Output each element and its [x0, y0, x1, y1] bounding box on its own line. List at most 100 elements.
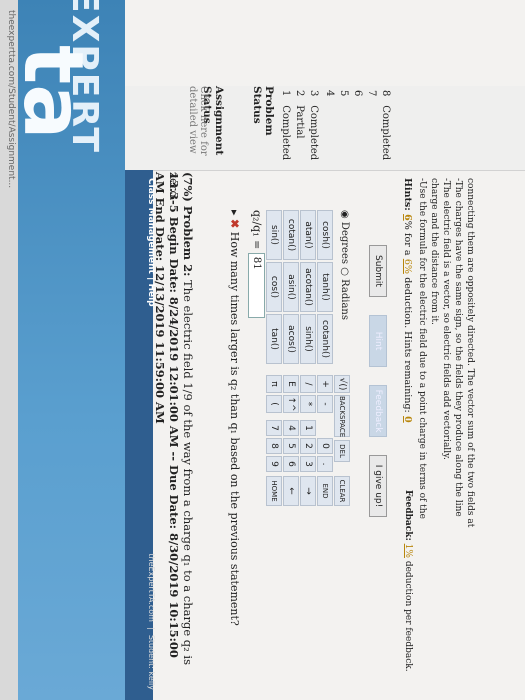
key-1[interactable]: 1: [300, 420, 316, 436]
question-text: How many times larger is q₂ than q₁ base…: [228, 231, 241, 626]
key-power[interactable]: ↑^: [283, 395, 299, 413]
key-cos[interactable]: cos(): [266, 262, 282, 312]
key-sin[interactable]: sin(): [266, 210, 282, 260]
key-tanh[interactable]: tanh(): [317, 262, 333, 312]
degrees-label: Degrees: [339, 221, 350, 265]
feedback-label: Feedback:: [403, 490, 413, 541]
key-e[interactable]: E: [283, 375, 299, 393]
key-open-paren[interactable]: (: [266, 395, 282, 413]
key-del[interactable]: DEL: [334, 440, 350, 462]
problem-status: Completed: [308, 105, 319, 161]
feedback-button[interactable]: Feedback: [369, 385, 387, 437]
problem-row-7[interactable]: 7: [366, 90, 377, 102]
key-9[interactable]: 9: [266, 456, 282, 472]
hints-remaining: 0: [402, 416, 413, 423]
feedback-summary: Feedback: 1% deduction per feedback.: [403, 490, 413, 672]
key-home[interactable]: HOME: [266, 476, 282, 506]
problem-number: 6: [352, 90, 363, 97]
key-3[interactable]: 3: [300, 456, 316, 472]
key-sinh[interactable]: sinh(): [300, 314, 316, 364]
key-asin[interactable]: asin(): [283, 262, 299, 312]
problem-row-6[interactable]: 6: [352, 90, 363, 102]
key-cosh[interactable]: cosh(): [317, 210, 333, 260]
key-end[interactable]: END: [317, 476, 333, 506]
problem-row-5[interactable]: 5: [338, 90, 349, 102]
key-atan[interactable]: atan(): [300, 210, 316, 260]
hint-line: -The electric field is a vector, so elec…: [441, 178, 451, 460]
answer-row: q₂/q₁ = 81: [248, 210, 265, 318]
hints-summary: Hints: 6% for a 6% deduction. Hints rema…: [402, 178, 413, 423]
key-8[interactable]: 8: [266, 438, 282, 454]
hint-line: -The charges have the same sign, so the …: [453, 178, 463, 517]
expand-arrow-icon[interactable]: ▸: [228, 210, 241, 216]
deduction-pct[interactable]: 6%: [402, 259, 413, 274]
key-5[interactable]: 5: [283, 438, 299, 454]
radians-label: Radians: [339, 279, 350, 320]
problem-row-8[interactable]: 8 Completed: [380, 90, 391, 160]
deduction-text: deduction. Hints remaining:: [402, 277, 413, 413]
key-2[interactable]: 2: [300, 438, 316, 454]
feedback-text: deduction per feedback.: [403, 560, 413, 672]
degrees-radio[interactable]: ◉: [339, 210, 350, 219]
key-tan[interactable]: tan(): [266, 314, 282, 364]
key-4[interactable]: 4: [283, 420, 299, 436]
key-0[interactable]: 0: [317, 438, 333, 454]
browser-strip: theexpertta.com/Student/Assignment...: [0, 0, 18, 700]
hint-button[interactable]: Hint: [369, 315, 387, 367]
key-6[interactable]: 6: [283, 456, 299, 472]
key-pi[interactable]: π: [266, 375, 282, 393]
key-sqrt[interactable]: √(): [334, 375, 350, 393]
give-up-button[interactable]: I give up!: [369, 455, 387, 517]
problem-number: 2: [294, 90, 305, 97]
key-left[interactable]: ←: [283, 476, 299, 506]
key-clear[interactable]: CLEAR: [334, 476, 350, 506]
key-cotan[interactable]: cotan(): [283, 210, 299, 260]
hints-for-a: for a: [402, 233, 413, 256]
key-dot[interactable]: .: [317, 456, 333, 472]
key-multiply[interactable]: *: [300, 395, 316, 413]
problem-status: Completed: [380, 105, 391, 161]
hints-label: Hints:: [402, 178, 413, 211]
hint-line: connecting them are oppositely directed.…: [465, 178, 475, 528]
screen-canvas: EXPERT ta theexpertta.com/Student/Assign…: [0, 0, 525, 700]
problem-row-1[interactable]: 1 Completed: [280, 90, 291, 160]
problem-number: 7: [366, 90, 377, 97]
problem-status: Partial: [294, 105, 305, 139]
hint-line: charge and the distance from it.: [429, 178, 439, 325]
sidebar: Assignment Status Click here for detaile…: [125, 86, 525, 171]
top-nav-bar: Class Management | Help theExpertTA.com …: [125, 170, 156, 700]
radians-radio[interactable]: ○: [339, 267, 350, 276]
key-7[interactable]: 7: [266, 420, 282, 436]
hint-pct[interactable]: 6: [402, 214, 413, 221]
question: ▸ ✖ How many times larger is q₂ than q₁ …: [228, 210, 241, 626]
key-minus[interactable]: -: [317, 395, 333, 413]
problem-number: 4: [324, 90, 335, 97]
angle-mode: ◉ Degrees ○ Radians: [339, 210, 350, 320]
answer-input[interactable]: 81: [248, 252, 265, 318]
problem-row-4[interactable]: 4: [324, 90, 335, 102]
browser-url[interactable]: theexpertta.com/Student/Assignment...: [6, 10, 16, 188]
problem-status-title: Problem Status: [251, 86, 275, 136]
problem-number: 8: [380, 90, 391, 97]
problem-label: (7%) Problem 2:: [181, 172, 195, 277]
problem-number: 5: [338, 90, 349, 97]
hint-line: -Use the formula for the electric field …: [417, 178, 427, 519]
problem-number: 3: [308, 90, 319, 97]
submit-button[interactable]: Submit: [369, 245, 387, 297]
key-acotan[interactable]: acotan(): [300, 262, 316, 312]
problem-row-3[interactable]: 3 Completed: [308, 90, 319, 160]
key-plus[interactable]: +: [317, 375, 333, 393]
problem-statement: (7%) Problem 2: The electric field 1/9 o…: [167, 172, 195, 692]
logo-mark: ta: [5, 45, 100, 140]
key-right[interactable]: →: [300, 476, 316, 506]
main-content: Class Management | Help theExpertTA.com …: [125, 170, 525, 700]
incorrect-icon: ✖: [228, 219, 241, 229]
key-acos[interactable]: acos(): [283, 314, 299, 364]
key-divide[interactable]: /: [300, 375, 316, 393]
action-buttons: Submit Hint Feedback I give up!: [367, 245, 387, 665]
key-backspace[interactable]: BACKSPACE: [334, 395, 350, 437]
problem-row-2[interactable]: 2 Partial: [294, 90, 305, 139]
feedback-pct[interactable]: 1%: [403, 544, 413, 558]
key-cotanh[interactable]: cotanh(): [317, 314, 333, 364]
detail-view-link[interactable]: Click here for detailed view: [187, 86, 209, 170]
